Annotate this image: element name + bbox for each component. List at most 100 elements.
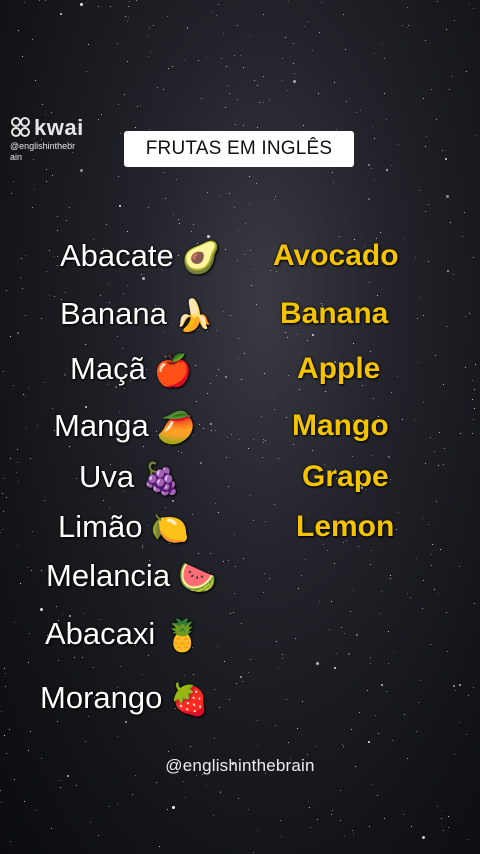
- star: [234, 123, 236, 125]
- star: [248, 203, 250, 205]
- fruit-row: Morango 🍓: [0, 678, 480, 726]
- star: [256, 182, 258, 184]
- star: [172, 805, 176, 809]
- star: [163, 172, 165, 174]
- star: [153, 24, 155, 26]
- star: [211, 11, 213, 13]
- apple-icon: 🍎: [153, 352, 193, 388]
- portuguese-word: Limão 🍋: [58, 507, 189, 549]
- star: [127, 231, 129, 233]
- star: [57, 216, 59, 218]
- page-title: FRUTAS EM INGLÊS: [124, 131, 354, 167]
- star: [157, 86, 159, 88]
- star: [418, 190, 420, 192]
- star: [35, 809, 37, 811]
- star: [288, 741, 290, 743]
- star: [222, 33, 224, 35]
- star: [314, 745, 316, 747]
- star: [140, 105, 142, 107]
- star: [422, 836, 426, 840]
- star: [226, 66, 228, 68]
- english-word: Banana: [280, 297, 389, 330]
- english-word: Avocado: [273, 239, 399, 272]
- star: [367, 741, 370, 744]
- star: [425, 211, 427, 213]
- star: [262, 75, 264, 77]
- star: [228, 92, 230, 94]
- star: [284, 36, 286, 38]
- pineapple-icon: 🍍: [163, 617, 202, 653]
- star: [450, 221, 452, 223]
- star: [475, 135, 477, 137]
- star: [136, 105, 138, 107]
- star: [268, 98, 270, 100]
- star: [30, 730, 32, 732]
- star: [249, 175, 251, 177]
- star: [402, 813, 404, 815]
- star: [34, 189, 36, 191]
- star: [233, 207, 235, 209]
- star: [316, 818, 318, 820]
- star: [308, 807, 310, 809]
- portuguese-word: Uva 🍇: [79, 457, 181, 499]
- english-word: Grape: [302, 460, 389, 493]
- english-word: Lemon: [296, 510, 395, 543]
- star: [442, 150, 444, 152]
- star: [352, 343, 354, 345]
- star: [448, 89, 450, 91]
- star: [252, 852, 254, 854]
- star: [21, 55, 23, 57]
- star: [87, 44, 89, 46]
- star: [100, 114, 102, 116]
- star: [166, 808, 168, 810]
- star: [296, 728, 298, 730]
- star: [243, 124, 245, 126]
- star: [9, 840, 11, 842]
- star: [147, 207, 149, 209]
- star: [165, 197, 167, 199]
- star: [207, 192, 209, 194]
- star: [42, 104, 44, 106]
- star: [373, 52, 375, 54]
- star: [368, 164, 371, 167]
- star: [373, 398, 375, 400]
- mango-icon: 🥭: [156, 409, 196, 445]
- star: [175, 178, 177, 180]
- star: [229, 192, 231, 194]
- star: [120, 133, 122, 135]
- star: [307, 20, 309, 22]
- portuguese-word: Banana 🍌: [60, 294, 214, 336]
- english-word: Mango: [292, 409, 389, 442]
- star: [24, 2, 26, 4]
- star: [370, 663, 372, 665]
- star: [220, 58, 222, 60]
- english-word: Apple: [297, 352, 381, 385]
- star: [331, 171, 333, 173]
- star: [14, 778, 16, 780]
- star: [5, 672, 7, 674]
- fruit-row: Abacate 🥑 Avocado: [0, 236, 480, 284]
- strawberry-icon: 🍓: [170, 681, 209, 717]
- star: [377, 794, 379, 796]
- star: [259, 101, 261, 103]
- star: [355, 112, 357, 114]
- star: [32, 206, 34, 208]
- star: [250, 285, 252, 287]
- star: [98, 119, 100, 121]
- star: [172, 65, 174, 67]
- star: [155, 781, 157, 783]
- star: [126, 20, 128, 22]
- star: [146, 35, 148, 37]
- star: [236, 25, 238, 27]
- star: [149, 27, 151, 29]
- watermelon-icon: 🍉: [178, 559, 217, 595]
- star: [218, 4, 220, 6]
- star: [465, 733, 467, 735]
- star: [383, 58, 385, 60]
- star: [141, 674, 143, 676]
- grapes-icon: 🍇: [142, 460, 181, 496]
- star: [85, 2, 87, 4]
- star: [135, 0, 137, 2]
- star: [360, 110, 362, 112]
- star: [3, 735, 5, 737]
